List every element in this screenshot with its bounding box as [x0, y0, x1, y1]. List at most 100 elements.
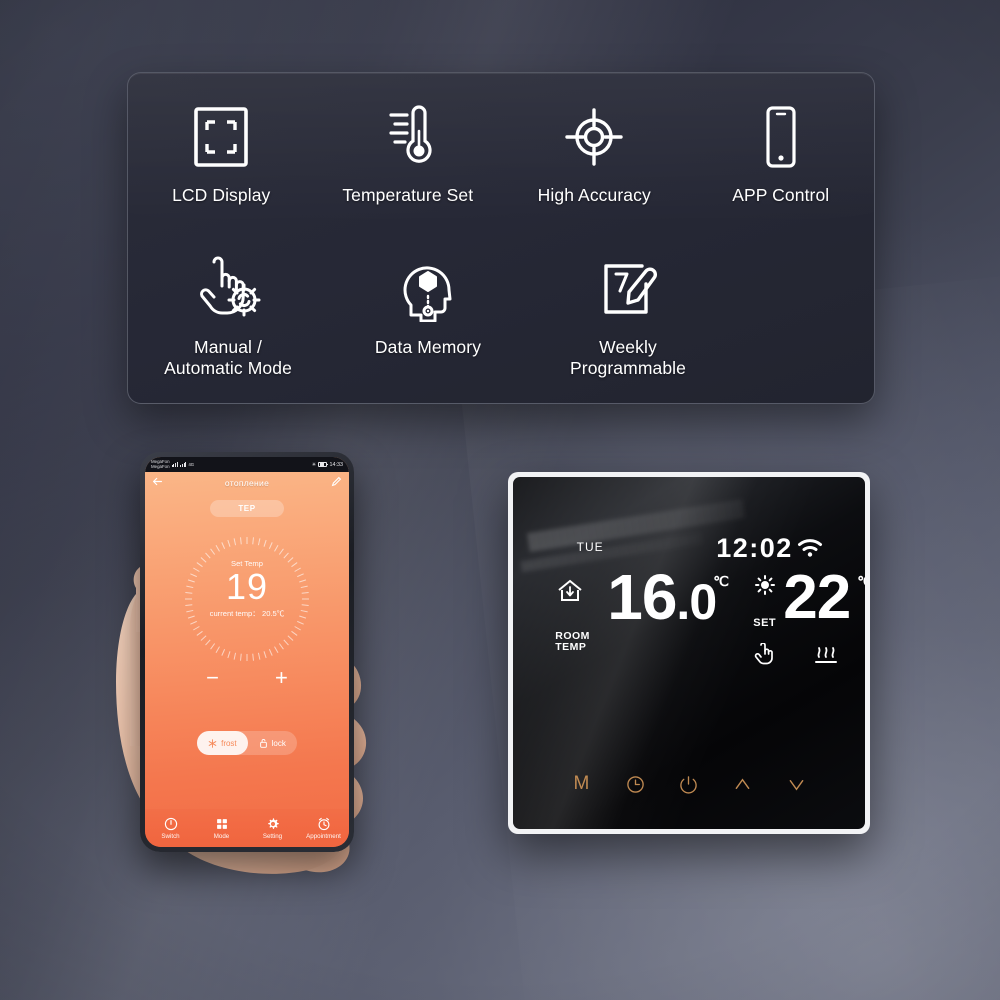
thermostat-device: TUE 12:02 ROOM TEMP 16.0 ℃ SET 22 M	[508, 472, 870, 834]
sun-icon	[755, 575, 776, 600]
feature-label: APP Control	[732, 185, 830, 205]
nav-item-setting[interactable]: Setting	[247, 817, 298, 840]
feature-row-1: LCD Display Temperature Set High Accurac…	[128, 97, 874, 206]
phone-status-bar: MegaFon MegaFon 4G ✳ 14:33	[145, 457, 349, 472]
smartphone-device: MegaFon MegaFon 4G ✳ 14:33 отопление TEP…	[140, 452, 354, 852]
chevron-down-icon	[789, 779, 804, 791]
temp-down-button[interactable]	[780, 767, 814, 801]
notepad-pencil-icon	[596, 249, 660, 329]
feature-label: Weekly Programmable	[570, 337, 686, 380]
feature-label: High Accuracy	[537, 185, 651, 205]
gear-icon	[267, 817, 279, 829]
increase-temp-button[interactable]: +	[275, 667, 288, 689]
app-title: отопление	[224, 478, 270, 488]
snowflake-icon	[208, 738, 217, 748]
temperature-dial[interactable]: Set Temp 19 current temp： 20.5℃	[181, 533, 313, 665]
nav-label: Mode	[213, 832, 230, 840]
app-bottom-nav: Switch Mode Setting Appointment	[145, 809, 349, 847]
hand-touch-icon	[753, 642, 775, 670]
feature-lcd-display: LCD Display	[128, 97, 315, 206]
feature-high-accuracy: High Accuracy	[501, 97, 688, 206]
room-temp-int: 16	[607, 561, 677, 634]
feature-data-memory: Data Memory	[328, 249, 528, 380]
alarm-clock-icon	[318, 817, 329, 830]
product-marketing-image: LCD Display Temperature Set High Accurac…	[0, 0, 1000, 1000]
feature-label-line1: Manual /	[194, 337, 262, 357]
pencil-edit-icon[interactable]	[331, 474, 342, 492]
status-bar-time: 14:33	[329, 461, 344, 468]
toggle-row: frost lock	[145, 731, 349, 755]
temp-up-button[interactable]	[726, 767, 760, 801]
mode-m-button[interactable]: M	[564, 767, 598, 801]
feature-label: Data Memory	[374, 337, 482, 357]
lock-icon	[259, 739, 267, 748]
smartphone-icon	[760, 97, 802, 177]
heating-waves-icon	[813, 643, 839, 670]
timer-button[interactable]	[618, 767, 652, 801]
lcd-main-row: ROOM TEMP 16.0 ℃ SET 22	[555, 565, 865, 674]
feature-label-line2: Automatic Mode	[164, 358, 292, 379]
thermometer-icon	[377, 97, 439, 177]
frost-toggle[interactable]: frost	[197, 731, 248, 755]
feature-app-control: APP Control	[688, 97, 875, 206]
current-temp-readout: current temp： 20.5℃	[209, 609, 285, 619]
status-bar-left: MegaFon MegaFon 4G	[151, 459, 195, 469]
thermostat-glass-panel: TUE 12:02 ROOM TEMP 16.0 ℃ SET 22 M	[513, 477, 865, 829]
set-temp-value: 19	[225, 566, 269, 607]
chevron-up-icon	[735, 778, 750, 789]
feature-label-line2: Programmable	[570, 358, 686, 379]
carrier-label: MegaFon MegaFon	[151, 459, 170, 469]
feature-label: LCD Display	[172, 185, 271, 205]
power-icon	[164, 817, 177, 830]
crosshair-target-icon	[563, 97, 625, 177]
nav-label: Setting	[262, 832, 283, 840]
nav-item-mode[interactable]: Mode	[196, 817, 247, 840]
frost-label: frost	[221, 738, 237, 748]
back-arrow-icon[interactable]	[152, 474, 163, 492]
feature-label-line1: Weekly	[599, 337, 657, 357]
nav-label: Switch	[161, 832, 180, 840]
room-temp-label: ROOM TEMP	[555, 631, 590, 653]
nav-item-switch[interactable]: Switch	[145, 817, 196, 840]
room-temp-unit: ℃	[713, 573, 729, 590]
thermostat-lcd: TUE 12:02 ROOM TEMP 16.0 ℃ SET 22	[555, 533, 865, 730]
thermostat-touch-buttons: M	[513, 764, 865, 804]
dial-readout: Set Temp 19 current temp： 20.5℃	[181, 559, 313, 619]
feature-weekly-programmable: Weekly Programmable	[528, 249, 728, 380]
mode-m-icon: M	[573, 773, 590, 795]
lcd-clock: 12:02	[716, 533, 793, 564]
head-memory-icon	[397, 249, 459, 329]
status-bar-right: ✳ 14:33	[312, 462, 343, 468]
signal-bars-icon	[171, 462, 178, 467]
set-temp-value: 22	[783, 563, 851, 633]
feature-manual-automatic-mode: Manual / Automatic Mode	[128, 249, 328, 380]
house-thermometer-icon	[557, 579, 583, 608]
wifi-icon	[797, 538, 823, 563]
set-temp-unit: ℃	[857, 573, 865, 590]
app-header: отопление	[145, 472, 349, 494]
clock-icon	[626, 776, 644, 793]
network-label: 4G	[188, 462, 195, 467]
nav-label: Appointment	[306, 832, 341, 840]
grid-icon	[216, 818, 227, 829]
nav-item-appointment[interactable]: Appointment	[298, 817, 349, 840]
lcd-day-label: TUE	[576, 540, 604, 555]
lock-label: lock	[271, 738, 286, 748]
toggle-group: frost lock	[197, 731, 297, 755]
temp-stepper: − +	[145, 667, 349, 689]
lock-toggle[interactable]: lock	[248, 731, 297, 755]
set-temp-label: Set Temp	[231, 559, 263, 568]
battery-icon	[318, 461, 328, 468]
set-label: SET	[753, 617, 777, 630]
feature-temperature-set: Temperature Set	[315, 97, 502, 206]
carrier-line2: MegaFon	[151, 463, 170, 469]
power-button[interactable]	[672, 767, 706, 801]
phone-in-hand: MegaFon MegaFon 4G ✳ 14:33 отопление TEP…	[116, 452, 367, 874]
decrease-temp-button[interactable]: −	[206, 667, 219, 689]
mode-pill[interactable]: TEP	[210, 500, 284, 517]
room-temp-value: 16.0	[607, 565, 717, 629]
room-label-line2: TEMP	[555, 641, 587, 654]
feature-label: Temperature Set	[342, 185, 474, 205]
feature-panel: LCD Display Temperature Set High Accurac…	[127, 72, 875, 404]
bluetooth-icon: ✳	[311, 461, 317, 468]
